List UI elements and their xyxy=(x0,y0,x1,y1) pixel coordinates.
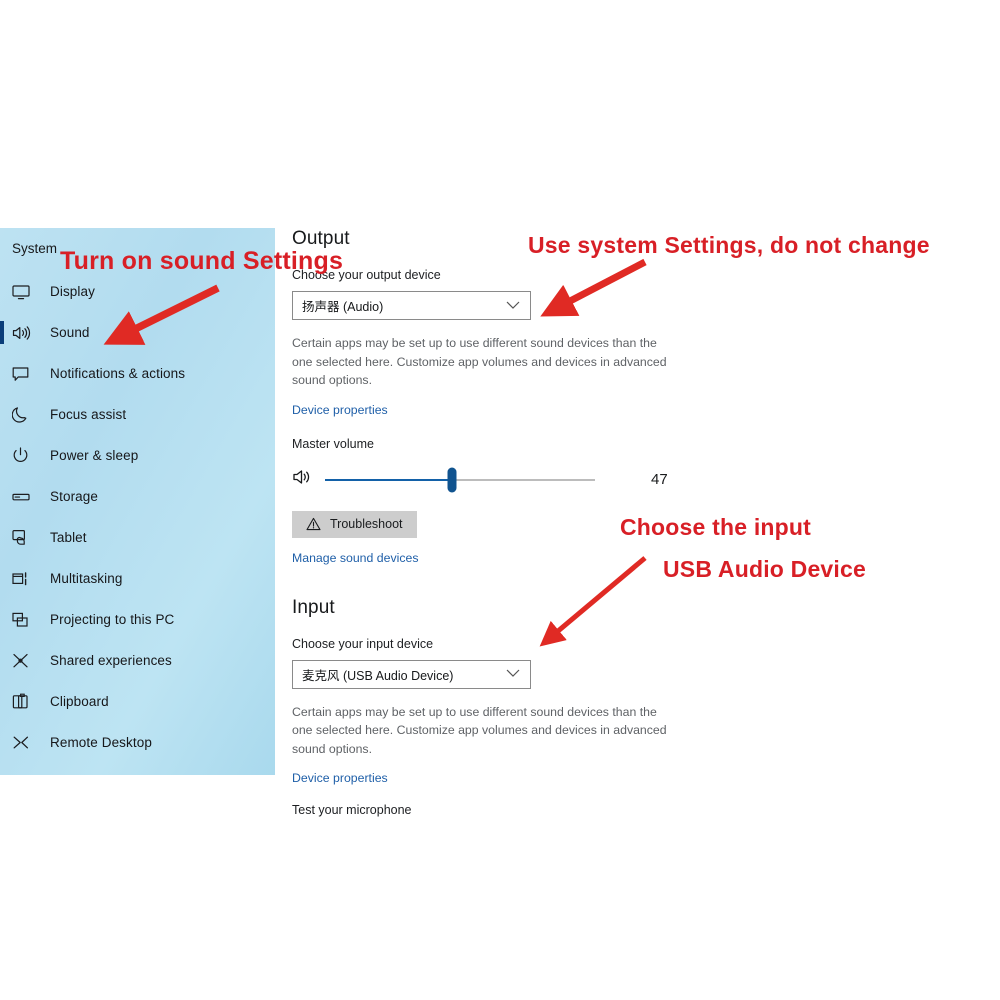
speaker-icon xyxy=(292,468,314,491)
sidebar-item-label: Storage xyxy=(50,489,98,504)
troubleshoot-button[interactable]: Troubleshoot xyxy=(292,510,417,538)
sidebar-item-label: Sound xyxy=(50,325,90,340)
notification-icon xyxy=(12,364,36,384)
annotation-text: Choose the input xyxy=(620,514,812,540)
sidebar-item-power-sleep[interactable]: Power & sleep xyxy=(0,435,275,476)
input-helper-text: Certain apps may be set up to use differ… xyxy=(292,704,667,756)
input-device-dropdown[interactable]: 麦克风 (USB Audio Device) xyxy=(292,659,531,689)
output-device-properties-link[interactable]: Device properties xyxy=(292,403,388,417)
sidebar-item-label: Display xyxy=(50,284,95,299)
screenshot-root: System Display Sound Notifications & actio… xyxy=(0,0,1000,1000)
speaker-icon xyxy=(12,323,36,343)
manage-sound-devices-link[interactable]: Manage sound devices xyxy=(292,551,418,565)
troubleshoot-button-label: Troubleshoot xyxy=(330,517,403,531)
sidebar-item-display[interactable]: Display xyxy=(0,271,275,312)
sidebar-item-clipboard[interactable]: Clipboard xyxy=(0,681,275,722)
master-volume-slider[interactable] xyxy=(325,467,595,492)
master-volume-value: 47 xyxy=(651,471,668,488)
sidebar-item-label: Projecting to this PC xyxy=(50,612,175,627)
chevron-down-icon xyxy=(506,665,520,683)
sidebar-item-tablet[interactable]: Tablet xyxy=(0,517,275,558)
output-device-value: 扬声器 (Audio) xyxy=(302,300,384,314)
sidebar-item-sound[interactable]: Sound xyxy=(0,312,275,353)
input-device-value: 麦克风 (USB Audio Device) xyxy=(302,668,454,683)
master-volume-row: 47 xyxy=(292,463,712,497)
sidebar-item-label: Shared experiences xyxy=(50,653,172,668)
sidebar-item-label: Focus assist xyxy=(50,407,127,422)
slider-thumb[interactable] xyxy=(447,467,457,492)
sidebar-item-focus-assist[interactable]: Focus assist xyxy=(0,394,275,435)
sidebar-item-label: Notifications & actions xyxy=(50,366,186,381)
output-helper-text: Certain apps may be set up to use differ… xyxy=(292,336,667,387)
sidebar-item-label: Multitasking xyxy=(50,571,123,586)
settings-sidebar: System Display Sound Notifications & actio… xyxy=(0,228,275,775)
test-microphone-label: Test your microphone xyxy=(292,803,412,817)
sidebar-item-label: Remote Desktop xyxy=(50,735,152,750)
power-icon xyxy=(12,446,36,466)
sidebar-item-label: Tablet xyxy=(50,530,87,545)
output-device-label: Choose your output device xyxy=(292,268,441,282)
annotation-text: USB Audio Device xyxy=(663,556,867,582)
master-volume-label: Master volume xyxy=(292,436,374,451)
remote-desktop-icon xyxy=(12,733,36,753)
sidebar-nav-list: Display Sound Notifications & actions Focus… xyxy=(0,271,275,763)
sidebar-item-label: Power & sleep xyxy=(50,448,139,463)
tablet-icon xyxy=(12,528,36,548)
projecting-icon xyxy=(12,610,36,630)
input-heading: Input xyxy=(292,596,335,618)
input-device-label: Choose your input device xyxy=(292,636,434,651)
sidebar-item-shared-experiences[interactable]: Shared experiences xyxy=(0,640,275,681)
multitasking-icon xyxy=(12,569,36,589)
sidebar-item-label: Clipboard xyxy=(50,694,109,709)
sidebar-title: System xyxy=(12,241,58,256)
storage-icon xyxy=(12,487,36,507)
sidebar-item-projecting-to-this-pc[interactable]: Projecting to this PC xyxy=(0,599,275,640)
clipboard-icon xyxy=(12,692,36,712)
slider-fill xyxy=(325,478,452,481)
chevron-down-icon xyxy=(506,297,520,315)
warning-triangle-icon xyxy=(306,517,321,531)
moon-icon xyxy=(12,405,36,425)
annotation-text: Turn on sound Settings xyxy=(60,247,344,275)
input-device-properties-link[interactable]: Device properties xyxy=(292,771,388,785)
sidebar-item-storage[interactable]: Storage xyxy=(0,476,275,517)
output-device-dropdown[interactable]: 扬声器 (Audio) xyxy=(292,291,531,320)
annotation-text: Use system Settings, do not change xyxy=(528,232,930,258)
sidebar-item-notifications-actions[interactable]: Notifications & actions xyxy=(0,353,275,394)
sidebar-item-multitasking[interactable]: Multitasking xyxy=(0,558,275,599)
share-icon xyxy=(12,651,36,671)
monitor-icon xyxy=(12,282,36,302)
sidebar-item-remote-desktop[interactable]: Remote Desktop xyxy=(0,722,275,763)
